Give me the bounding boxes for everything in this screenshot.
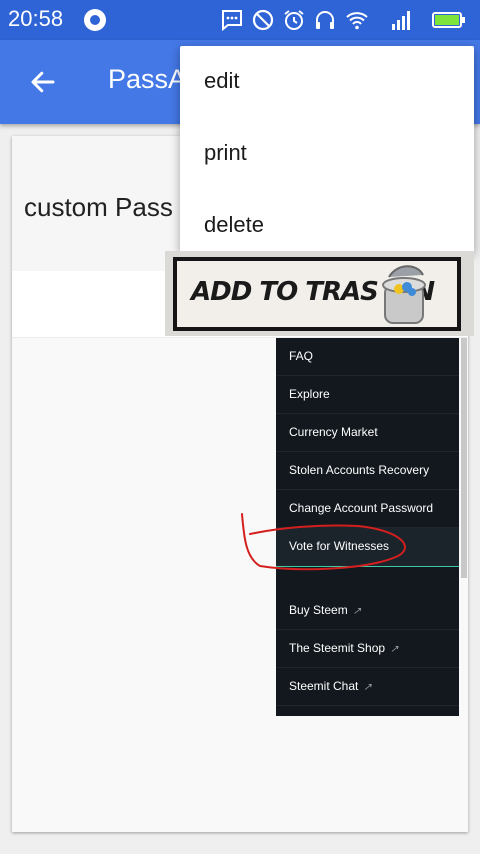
app-bar-title: PassA bbox=[108, 64, 187, 94]
steemit-item-currency-market: Currency Market bbox=[276, 414, 459, 452]
battery-charging-icon bbox=[432, 12, 465, 28]
external-link-icon: ↗ bbox=[352, 606, 362, 617]
custom-pass-label: custom Pass bbox=[24, 192, 173, 222]
status-time: 20:58 bbox=[8, 6, 64, 31]
message-icon bbox=[222, 10, 242, 32]
external-link-icon: ↗ bbox=[363, 682, 372, 693]
steemit-item-steemit-shop: The Steemit Shop ↗ bbox=[276, 630, 459, 668]
wifi-icon bbox=[346, 12, 368, 30]
trash-bin-icon bbox=[382, 265, 426, 324]
headset-icon bbox=[316, 11, 334, 29]
overflow-menu: edit print delete bbox=[180, 46, 474, 252]
steemit-item-faq: FAQ bbox=[276, 338, 459, 376]
signal-icon bbox=[392, 11, 410, 30]
status-bar: 20:58 bbox=[0, 0, 480, 40]
menu-item-print[interactable]: print bbox=[180, 118, 474, 190]
external-link-icon: ↗ bbox=[390, 644, 399, 655]
steemit-item-buy-steem: Buy Steem ↗ bbox=[276, 592, 459, 630]
red-circle-annotation bbox=[241, 513, 406, 571]
sticker-frame: ADD TO TRAS BIN bbox=[173, 257, 461, 331]
menu-item-edit[interactable]: edit bbox=[180, 46, 474, 118]
back-arrow-icon[interactable] bbox=[28, 67, 58, 97]
steemit-item-explore: Explore bbox=[276, 376, 459, 414]
steemit-item-steemit-chat: Steemit Chat ↗ bbox=[276, 668, 459, 706]
steemit-item-stolen-accounts-recovery: Stolen Accounts Recovery bbox=[276, 452, 459, 490]
do-not-disturb-icon bbox=[252, 9, 274, 31]
record-icon bbox=[84, 9, 106, 31]
add-to-trash-bin-sticker: ADD TO TRAS BIN bbox=[165, 251, 474, 336]
alarm-icon bbox=[284, 10, 304, 30]
